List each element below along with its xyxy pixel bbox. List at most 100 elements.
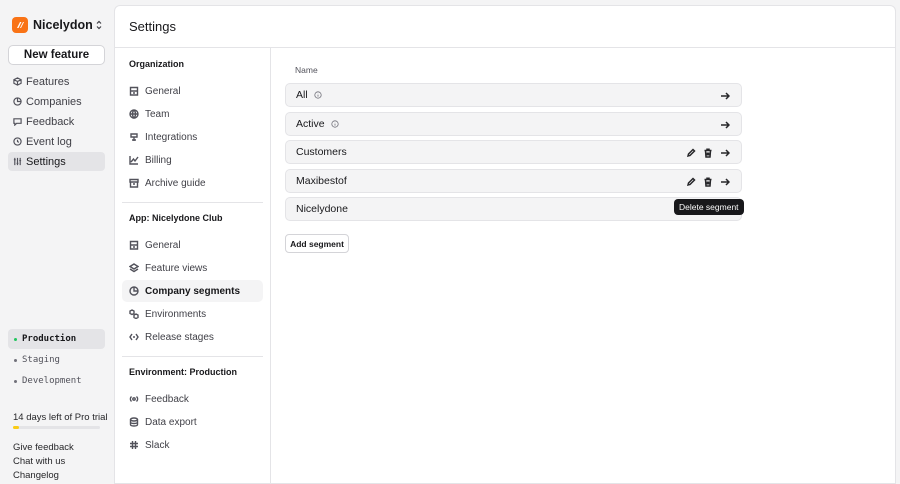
pencil-icon [686, 176, 696, 186]
org-switcher[interactable]: Nicelydone C... [12, 16, 104, 34]
trial-progress-bar [13, 426, 100, 429]
stages-icon [129, 333, 139, 341]
column-header-name: Name [295, 65, 318, 75]
footer-link-give-feedback[interactable]: Give feedback [13, 442, 74, 456]
settings-item-archive-guide[interactable]: Archive guide [122, 172, 263, 194]
trash-icon [704, 176, 712, 187]
settings-item-team[interactable]: Team [122, 103, 263, 125]
add-segment-button[interactable]: Add segment [285, 234, 349, 253]
settings-item-label: General [145, 85, 181, 97]
globe-icon [129, 109, 139, 119]
delete-segment-tooltip: Delete segment [674, 199, 744, 215]
message-icon [13, 118, 22, 126]
settings-item-label: Archive guide [145, 177, 206, 189]
sidebar-item-feedback[interactable]: Feedback [8, 112, 105, 131]
settings-item-label: Feature views [145, 262, 208, 274]
settings-item-integrations[interactable]: Integrations [122, 126, 263, 148]
environment-development[interactable]: Development [8, 371, 105, 391]
app-sidebar: Nicelydone C... New feature Features Comp… [0, 0, 113, 484]
segment-name: Customers [296, 146, 347, 158]
settings-item-label: Team [145, 108, 170, 120]
sliders-icon [13, 157, 22, 166]
row-actions [714, 84, 731, 108]
settings-item-label: Data export [145, 416, 197, 428]
main-nav: Features Companies Feedback Event log Settin… [8, 72, 105, 172]
sidebar-item-label: Feedback [26, 115, 75, 128]
footer-links: Give feedback Chat with us Changelog [13, 442, 74, 484]
segment-name: Maxibestof [296, 174, 347, 187]
new-feature-button[interactable]: New feature [8, 45, 105, 65]
arrow-right-icon [721, 92, 730, 100]
footer-link-changelog[interactable]: Changelog [13, 470, 74, 484]
settings-item-billing[interactable]: Billing [122, 149, 263, 171]
arrow-right-icon [721, 120, 730, 129]
org-logo [12, 17, 28, 33]
settings-item-label: Integrations [145, 131, 198, 143]
info-icon[interactable] [330, 119, 339, 128]
box-icon [13, 77, 22, 86]
settings-item-feature-views[interactable]: Feature views [122, 257, 263, 279]
trial-progress-fill [13, 426, 20, 429]
edit-button[interactable] [685, 147, 697, 159]
segment-row[interactable]: All [285, 83, 742, 107]
boxes-icon [129, 309, 139, 319]
sidebar-item-features[interactable]: Features [8, 72, 105, 91]
building-icon [129, 86, 139, 96]
segment-name: Nicelydone [296, 203, 348, 215]
layers-icon [129, 263, 139, 273]
open-segment-button[interactable] [719, 90, 731, 102]
settings-item-label: Billing [145, 154, 172, 166]
sidebar-item-event-log[interactable]: Event log [8, 132, 105, 151]
settings-item-release-stages[interactable]: Release stages [122, 326, 263, 348]
info-icon[interactable] [314, 91, 322, 99]
settings-item-data-export[interactable]: Data export [122, 411, 263, 433]
settings-item-slack[interactable]: Slack [122, 434, 263, 456]
delete-button[interactable] [702, 176, 714, 188]
settings-item-environments[interactable]: Environments [122, 303, 263, 325]
building-icon [129, 240, 139, 250]
row-actions [680, 170, 731, 194]
sidebar-item-label: Event log [26, 135, 72, 148]
settings-group: App: Nicelydone Club General Feature views… [115, 211, 270, 348]
settings-item-label: General [145, 239, 181, 251]
org-name: Nicelydone C... [33, 18, 93, 32]
open-segment-button[interactable] [719, 119, 731, 131]
segment-row[interactable]: Active [285, 111, 742, 136]
sidebar-item-companies[interactable]: Companies [8, 92, 105, 111]
segment-row[interactable]: Maxibestof [285, 168, 742, 194]
settings-item-general[interactable]: General [122, 80, 263, 102]
slack-icon [130, 441, 138, 449]
settings-item-company-segments[interactable]: Company segments [122, 280, 263, 302]
environment-staging[interactable]: Staging [8, 350, 105, 370]
delete-button[interactable] [702, 147, 714, 159]
history-icon [13, 137, 22, 146]
archive-icon [129, 178, 139, 188]
settings-item-general[interactable]: General [122, 234, 263, 256]
sidebar-item-settings[interactable]: Settings [8, 152, 105, 171]
trial-text: 14 days left of Pro trial [13, 412, 108, 423]
sidebar-item-label: Features [26, 75, 70, 88]
edit-button[interactable] [685, 176, 697, 188]
open-segment-button[interactable] [719, 147, 731, 159]
status-dot [14, 379, 17, 383]
settings-nav: Organization General Team Integrations Billi… [115, 48, 271, 484]
open-segment-button[interactable] [719, 176, 731, 188]
status-dot [14, 358, 17, 362]
settings-group: Organization General Team Integrations Billi… [115, 48, 270, 194]
arrow-right-icon [721, 149, 730, 157]
segment-row[interactable]: Customers [285, 140, 742, 164]
environment-label: Staging [22, 355, 60, 365]
chart-line-icon [129, 156, 139, 165]
radio-icon [129, 396, 139, 402]
footer-link-chat-with-us[interactable]: Chat with us [13, 456, 74, 470]
database-icon [129, 417, 139, 427]
settings-item-label: Environments [145, 308, 207, 320]
pie-chart-icon [129, 286, 139, 296]
environment-production[interactable]: Production [8, 329, 105, 349]
sidebar-item-label: Companies [26, 95, 82, 108]
status-dot [14, 337, 17, 341]
divider [122, 356, 263, 357]
settings-panel: Settings Organization General Team Integrat… [114, 5, 896, 484]
sidebar-item-label: Settings [26, 155, 66, 168]
settings-item-feedback[interactable]: Feedback [122, 388, 263, 410]
